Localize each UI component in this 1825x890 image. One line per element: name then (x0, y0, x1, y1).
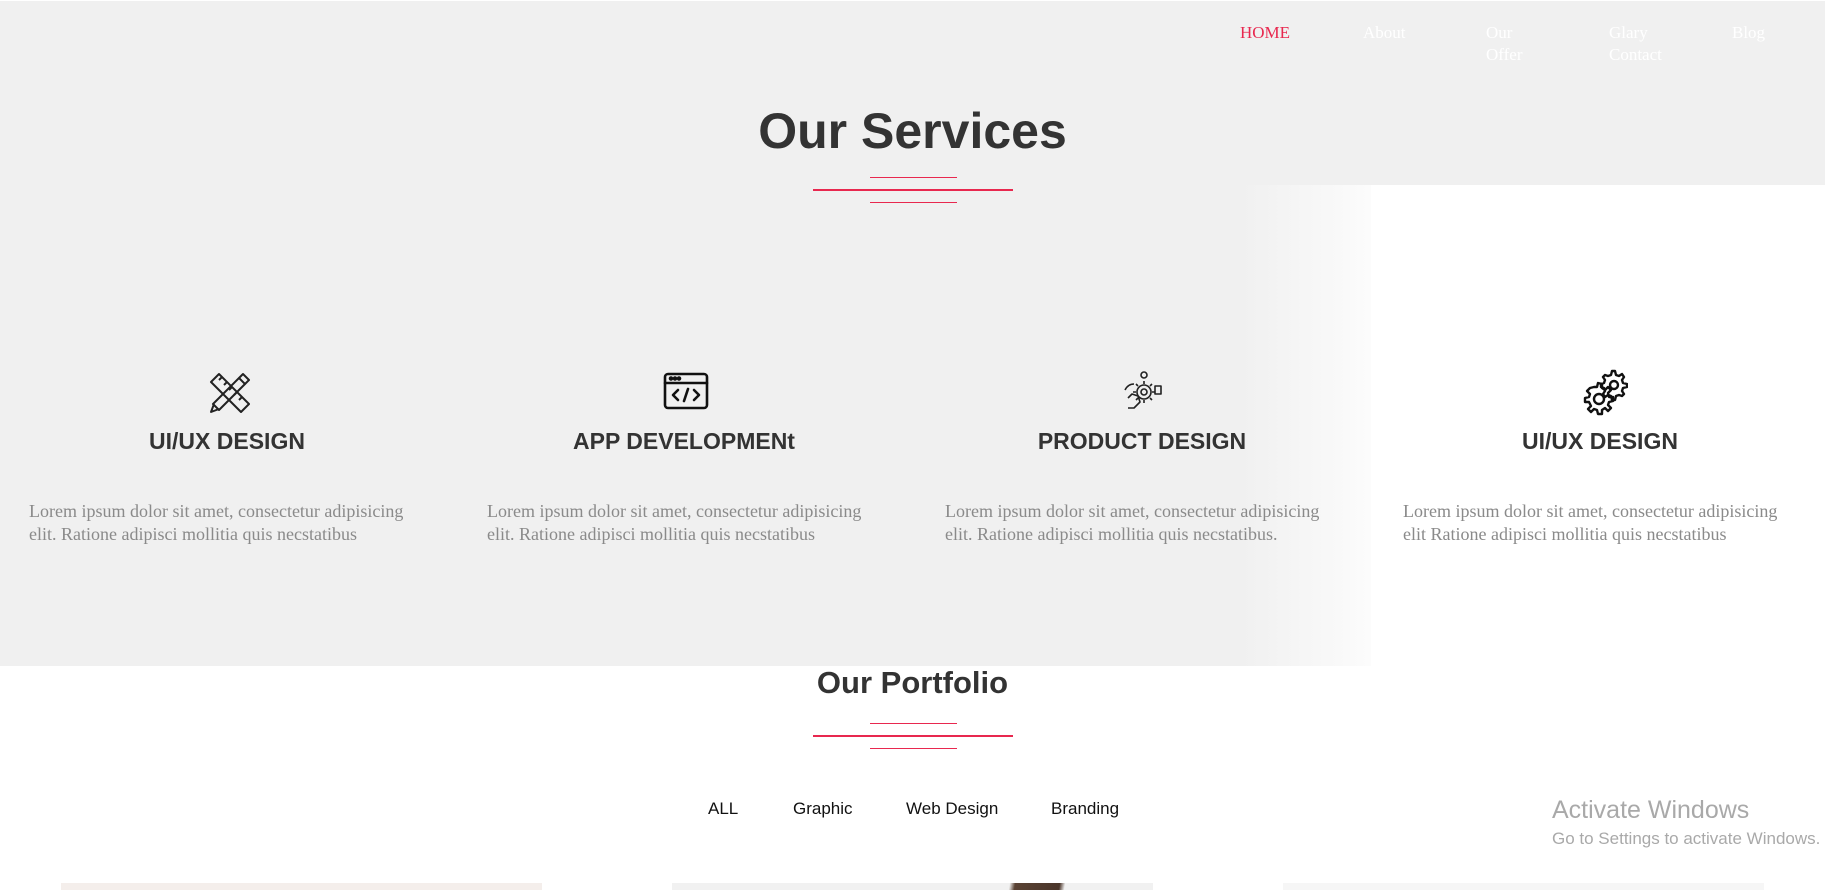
portfolio-image-2[interactable] (672, 883, 1153, 890)
portfolio-title-divider (813, 723, 1013, 749)
portfolio-image-3[interactable] (1283, 883, 1764, 890)
code-window-icon (662, 368, 710, 416)
activate-windows-subtitle: Go to Settings to activate Windows. (1552, 829, 1821, 848)
services-title: Our Services (758, 103, 1067, 159)
gears-icon (1576, 367, 1628, 419)
nav-our-offer[interactable]: Our Offer (1486, 22, 1541, 66)
service-description: Lorem ipsum dolor sit amet, consectetur … (487, 501, 862, 544)
service-description: Lorem ipsum dolor sit amet, consectetur … (945, 501, 1320, 544)
nav-glary-contact[interactable]: Glary Contact (1609, 22, 1684, 66)
main-nav: HOME About Our Offer Glary Contact Blog (0, 22, 1825, 72)
nav-about[interactable]: About (1363, 22, 1433, 44)
services-title-divider (813, 177, 1013, 203)
nav-home[interactable]: HOME (1240, 22, 1310, 44)
filter-web-design[interactable]: Web Design (906, 798, 998, 820)
filter-graphic[interactable]: Graphic (793, 798, 853, 820)
service-description: Lorem ipsum dolor sit amet, consectetur … (1403, 501, 1778, 544)
pencil-ruler-icon (205, 368, 253, 416)
filter-branding[interactable]: Branding (1051, 798, 1119, 820)
nav-blog[interactable]: Blog (1732, 22, 1802, 44)
service-heading: UI/UX DESIGN (149, 428, 305, 454)
service-heading: PRODUCT DESIGN (1037, 428, 1247, 454)
filter-all[interactable]: ALL (708, 798, 738, 820)
service-heading: UI/UX DESIGN (1522, 428, 1678, 454)
portfolio-image-1[interactable] (61, 883, 542, 890)
service-description: Lorem ipsum dolor sit amet, consectetur … (29, 501, 404, 544)
hand-gear-icon (1120, 368, 1168, 416)
activate-windows-title: Activate Windows (1552, 796, 1750, 824)
service-heading: APP DEVELOPMENt (573, 428, 795, 454)
portfolio-title: Our Portfolio (816, 665, 1009, 700)
